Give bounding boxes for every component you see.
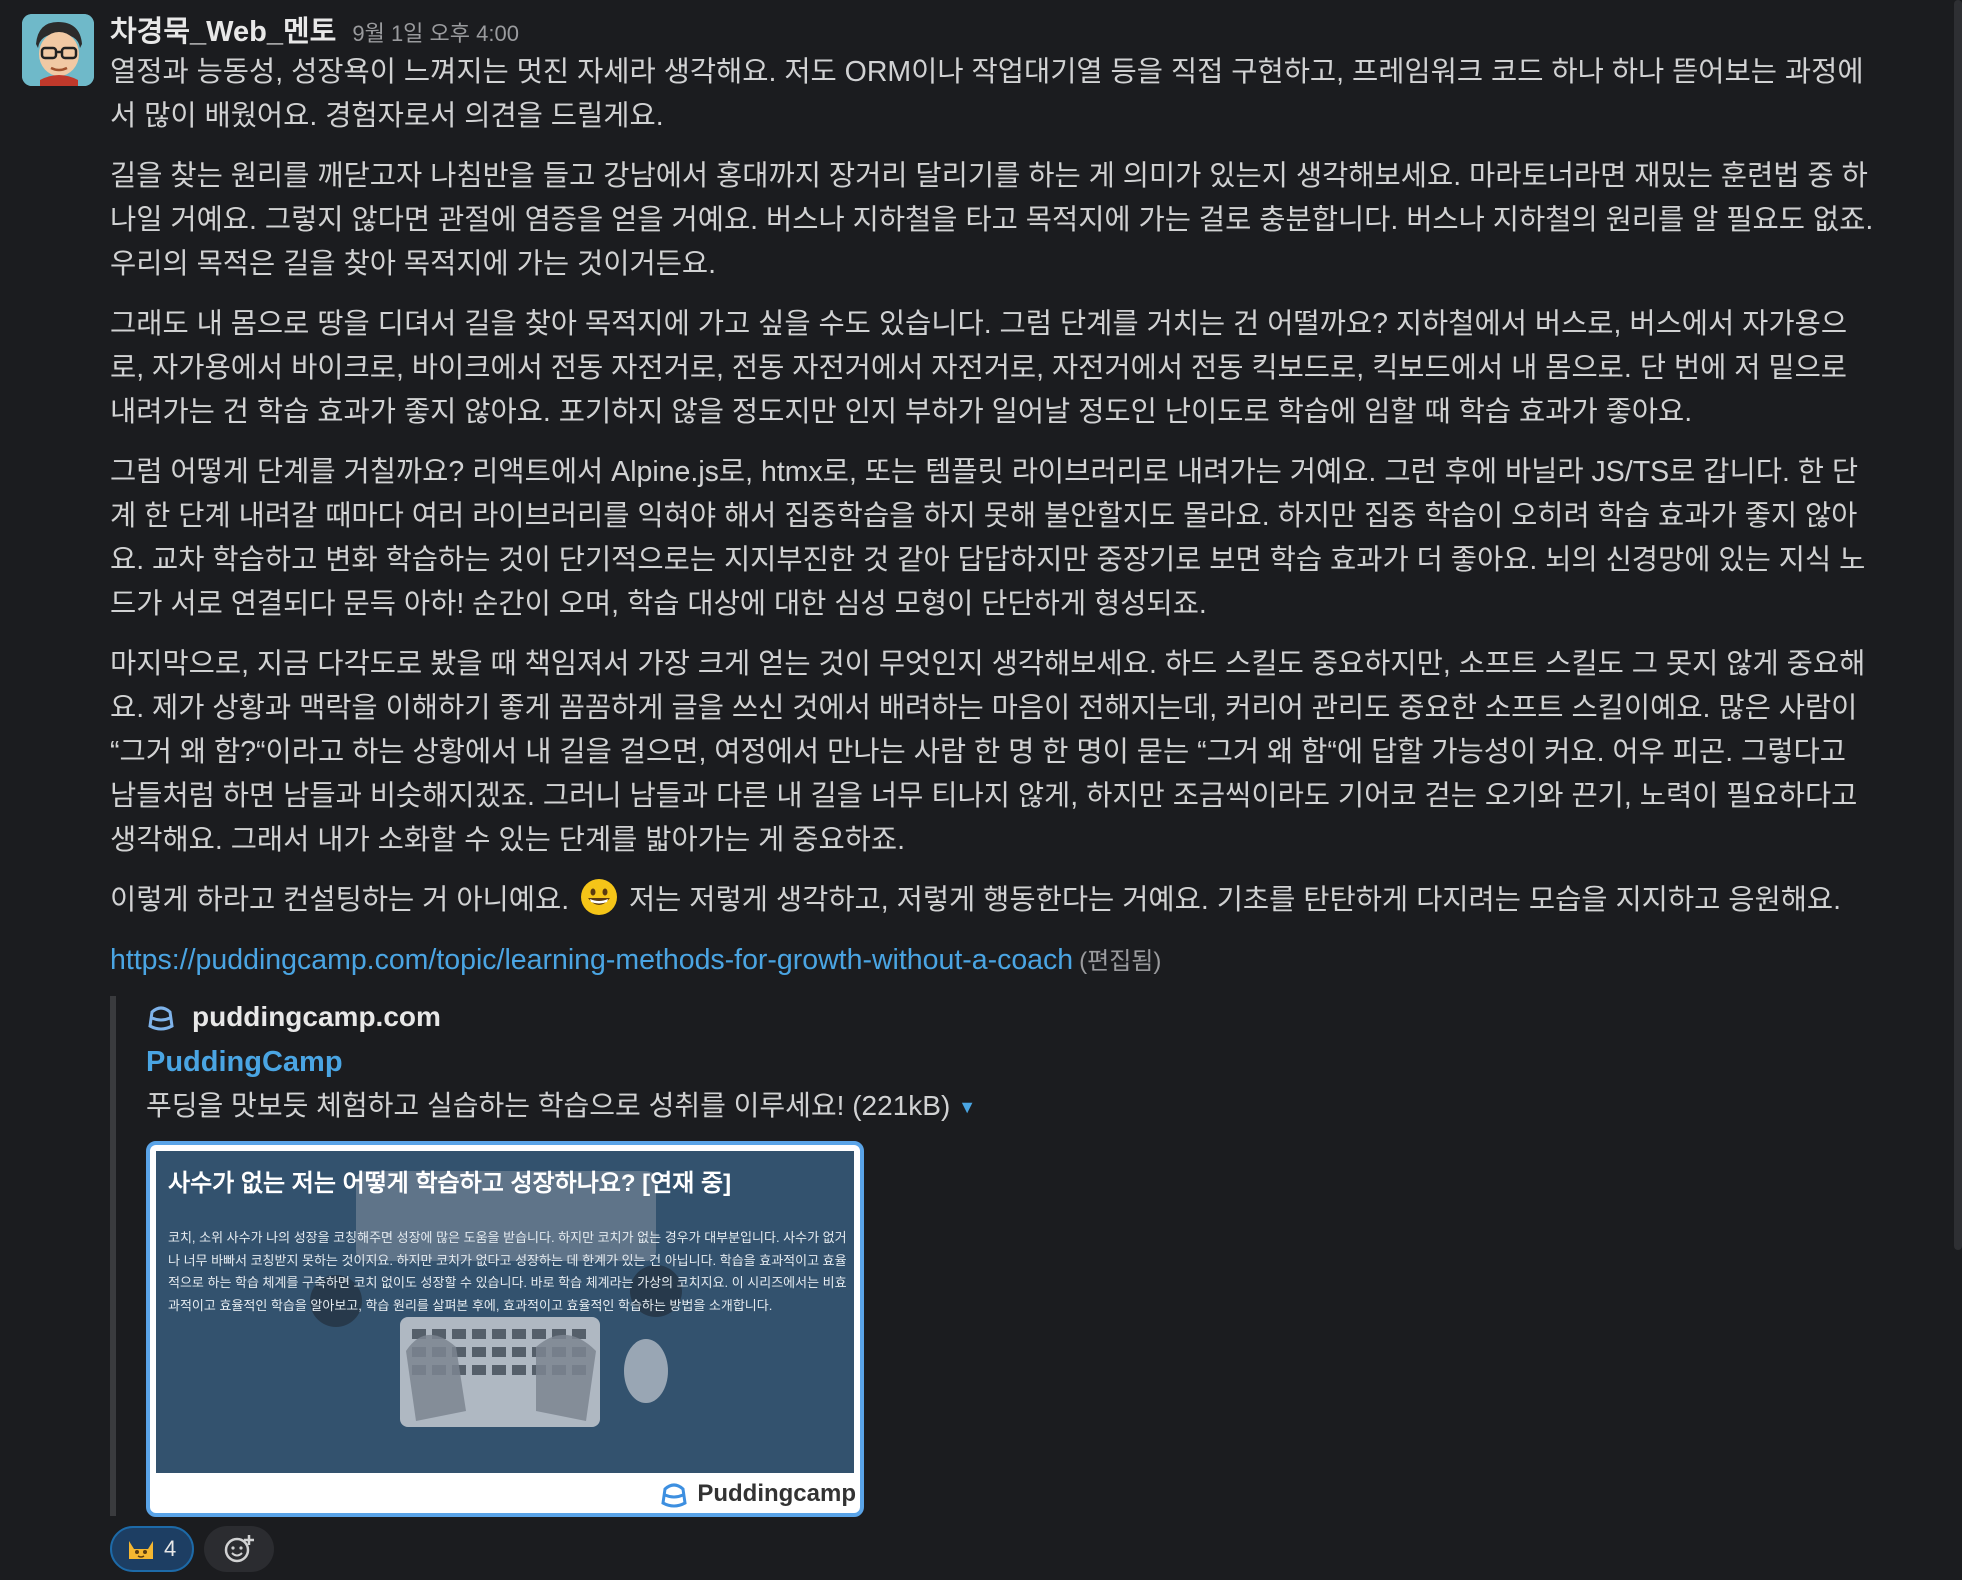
pudding-logo-icon bbox=[148, 1006, 174, 1031]
reaction-count: 4 bbox=[164, 1536, 177, 1561]
unfurl-site-name: puddingcamp.com bbox=[192, 1001, 441, 1032]
preview-title: 사수가 없는 저는 어떻게 학습하고 성장하나요? [연재 중] bbox=[168, 1170, 732, 1197]
reactions-bar: 4 bbox=[110, 1526, 284, 1572]
caret-down-icon[interactable]: ▼ bbox=[958, 1097, 976, 1117]
message-paragraph-4: 그럼 어떻게 단계를 거칠까요? 리액트에서 Alpine.js로, htmx로… bbox=[110, 456, 1866, 620]
message-paragraph-1: 열정과 능동성, 성장욕이 느껴지는 멋진 자세라 생각해요. 저도 ORM이나… bbox=[110, 56, 1864, 132]
avatar-cartoon-icon bbox=[22, 14, 94, 86]
link-row: https://puddingcamp.com/topic/learning-m… bbox=[110, 938, 1950, 984]
message-header: 차경묵_Web_멘토 9월 1일 오후 4:00 bbox=[110, 8, 1950, 50]
avatar[interactable] bbox=[22, 14, 94, 86]
message: 차경묵_Web_멘토 9월 1일 오후 4:00 열정과 능동성, 성장욕이 느… bbox=[110, 8, 1950, 1517]
sender-name[interactable]: 차경묵_Web_멘토 bbox=[110, 8, 336, 50]
pudding-brand-icon bbox=[661, 1483, 687, 1508]
grinning-face-icon bbox=[581, 879, 618, 915]
unfurl-preview-image[interactable]: 사수가 없는 저는 어떻게 학습하고 성장하나요? [연재 중] 코치, 소위 … bbox=[146, 1141, 864, 1517]
paragraph-6-before: 이렇게 하라고 컨설팅하는 거 아니예요. bbox=[110, 884, 578, 916]
unfurl-description: 푸딩을 맛보듯 체험하고 실습하는 학습으로 성취를 이루세요! (221kB) bbox=[146, 1090, 951, 1121]
unfurl-title[interactable]: PuddingCamp bbox=[146, 1040, 1950, 1084]
scrollbar[interactable] bbox=[1954, 0, 1962, 1250]
add-reaction-button[interactable] bbox=[204, 1526, 274, 1572]
add-reaction-icon bbox=[224, 1535, 254, 1563]
edited-label: (편집됨) bbox=[1079, 948, 1162, 975]
preview-brand-name: Puddingcamp bbox=[697, 1480, 856, 1507]
cat-emoji-icon bbox=[129, 1541, 153, 1559]
preview-description: 코치, 소위 사수가 나의 성장을 코칭해주면 성장에 많은 도움을 받습니다.… bbox=[168, 1230, 847, 1313]
unfurl-description-row: 푸딩을 맛보듯 체험하고 실습하는 학습으로 성취를 이루세요! (221kB)… bbox=[146, 1084, 1950, 1129]
unfurl-site-row: puddingcamp.com bbox=[146, 996, 1950, 1038]
reaction-cat[interactable]: 4 bbox=[110, 1526, 194, 1572]
preview-banner: 사수가 없는 저는 어떻게 학습하고 성장하나요? [연재 중] 코치, 소위 … bbox=[156, 1151, 854, 1473]
message-paragraph-5: 마지막으로, 지금 다각도로 봤을 때 책임져서 가장 크게 얻는 것이 무엇인… bbox=[110, 648, 1866, 856]
preview-brand: Puddingcamp bbox=[659, 1479, 856, 1509]
message-link[interactable]: https://puddingcamp.com/topic/learning-m… bbox=[110, 944, 1073, 976]
message-paragraph-2: 길을 찾는 원리를 깨닫고자 나침반을 들고 강남에서 홍대까지 장거리 달리기… bbox=[110, 160, 1874, 280]
link-unfurl: puddingcamp.com PuddingCamp 푸딩을 맛보듯 체험하고… bbox=[110, 996, 1950, 1517]
paragraph-6-after: 저는 저렇게 생각하고, 저렇게 행동한다는 거예요. 기초를 탄탄하게 다지려… bbox=[621, 884, 1842, 916]
message-paragraph-3: 그래도 내 몸으로 땅을 디뎌서 길을 찾아 목적지에 가고 싶을 수도 있습니… bbox=[110, 308, 1848, 428]
message-paragraph-6: 이렇게 하라고 컨설팅하는 거 아니예요. 저는 저렇게 생각하고, 저렇게 행… bbox=[110, 878, 1950, 922]
timestamp[interactable]: 9월 1일 오후 4:00 bbox=[352, 16, 519, 48]
